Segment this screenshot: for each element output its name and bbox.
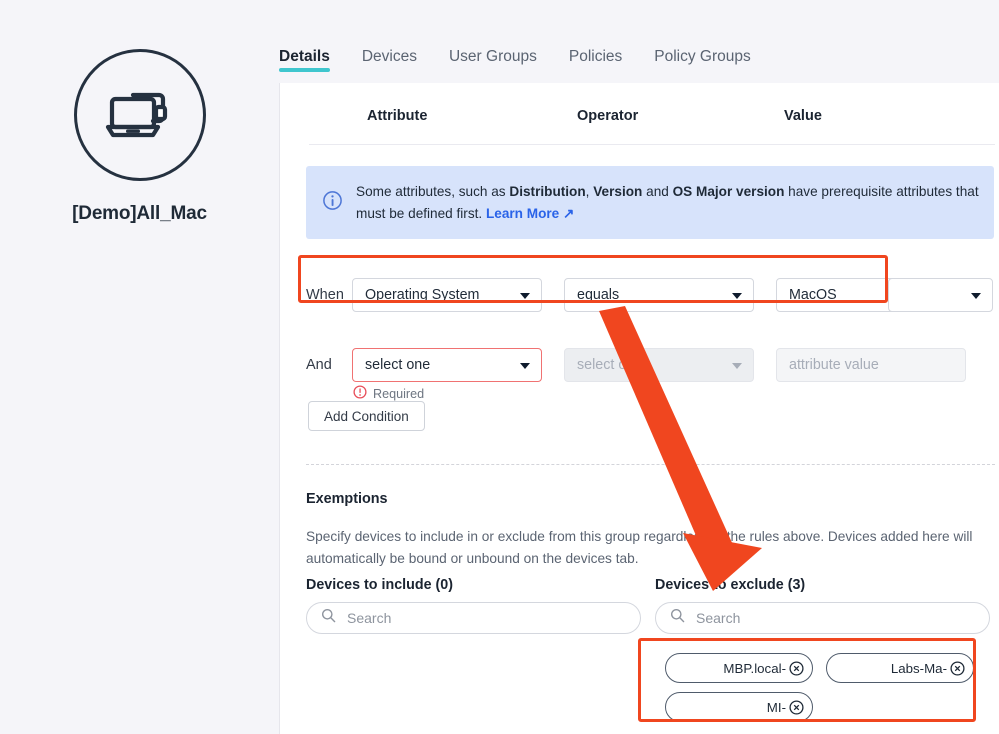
exclude-search-placeholder: Search [696, 610, 741, 626]
avatar [73, 49, 206, 181]
column-header-operator: Operator [577, 108, 639, 124]
rule-row-and: And select one select one attribute valu… [306, 348, 966, 382]
column-header-attribute: Attribute [367, 108, 428, 124]
remove-circle-icon[interactable] [789, 699, 804, 715]
list-item[interactable]: -Labs-Ma [826, 653, 974, 683]
when-value-value: MacOS [789, 287, 837, 303]
when-operator-select[interactable]: equals [564, 278, 754, 312]
search-icon [670, 608, 685, 628]
remove-circle-icon[interactable] [789, 660, 804, 676]
when-attribute-select[interactable]: Operating System [352, 278, 542, 312]
list-item[interactable]: -MI [665, 692, 813, 722]
column-header-value: Value [784, 108, 822, 124]
when-trailing-select[interactable] [888, 278, 993, 312]
required-error: Required [353, 385, 424, 402]
exemptions-description: Specify devices to include in or exclude… [306, 529, 973, 566]
info-banner: Some attributes, such as Distribution, V… [306, 166, 994, 239]
tab-bar: Details Devices User Groups Policies Pol… [279, 0, 999, 83]
rule-row-when: When Operating System equals MacOS [306, 278, 966, 312]
exclude-search-input[interactable]: Search [655, 602, 990, 634]
tab-devices[interactable]: Devices [362, 48, 417, 83]
chevron-down-icon [732, 293, 742, 299]
details-card: Attribute Operator Value Some attributes… [279, 83, 999, 734]
tab-details[interactable]: Details [279, 48, 330, 83]
devices-exclude-label: Devices to exclude (3) [655, 577, 806, 593]
required-error-label: Required [373, 386, 425, 401]
device-chip-label: -MBP.local [723, 660, 786, 676]
chevron-down-icon [971, 293, 981, 299]
add-condition-button[interactable]: Add Condition [308, 401, 425, 431]
tab-policy-groups[interactable]: Policy Groups [654, 48, 750, 83]
when-operator-value: equals [577, 287, 620, 303]
banner-bold-os-major: OS Major version [672, 183, 785, 199]
and-value-input: attribute value [776, 348, 966, 382]
banner-bold-distribution: Distribution [509, 183, 586, 199]
error-circle-icon [353, 385, 367, 402]
search-icon [321, 608, 336, 628]
tab-user-groups[interactable]: User Groups [449, 48, 537, 83]
and-value-placeholder: attribute value [789, 357, 879, 373]
section-divider [306, 464, 995, 465]
chevron-down-icon [520, 293, 530, 299]
include-search-placeholder: Search [347, 610, 392, 626]
and-attribute-select[interactable]: select one [352, 348, 542, 382]
device-chip-label: -MI [766, 699, 786, 715]
chevron-down-icon [520, 363, 530, 369]
banner-text-3: and [642, 183, 673, 199]
banner-bold-version: Version [593, 183, 643, 199]
chevron-down-icon [732, 363, 742, 369]
group-sidebar: [Demo]All_Mac [0, 0, 279, 734]
excluded-device-chip-list: -MBP.local -Labs-Ma -MI [656, 645, 992, 731]
info-circle-icon [322, 190, 343, 216]
when-attribute-value: Operating System [365, 287, 480, 303]
and-operator-select: select one [564, 348, 754, 382]
banner-text-1: Some attributes, such as [356, 183, 510, 199]
remove-circle-icon[interactable] [950, 660, 965, 676]
rule-column-headers: Attribute Operator Value [309, 108, 995, 145]
conjunction-and: And [306, 357, 332, 373]
page-title: [Demo]All_Mac [72, 203, 207, 224]
and-operator-placeholder: select one [577, 357, 643, 373]
page-root: [Demo]All_Mac Details Devices User Group… [0, 0, 999, 734]
list-item[interactable]: -MBP.local [665, 653, 813, 683]
learn-more-link[interactable]: Learn More ↗ [486, 206, 574, 221]
devices-include-label: Devices to include (0) [306, 577, 453, 593]
info-banner-text: Some attributes, such as Distribution, V… [356, 181, 980, 225]
and-attribute-value: select one [365, 357, 431, 373]
conjunction-when: When [306, 287, 344, 303]
main-panel: Details Devices User Groups Policies Pol… [279, 0, 999, 734]
laptop-device-icon [104, 85, 176, 145]
device-chip-label: -Labs-Ma [890, 660, 947, 676]
exemptions-heading: Exemptions [306, 491, 388, 507]
include-search-input[interactable]: Search [306, 602, 641, 634]
tab-policies[interactable]: Policies [569, 48, 622, 83]
